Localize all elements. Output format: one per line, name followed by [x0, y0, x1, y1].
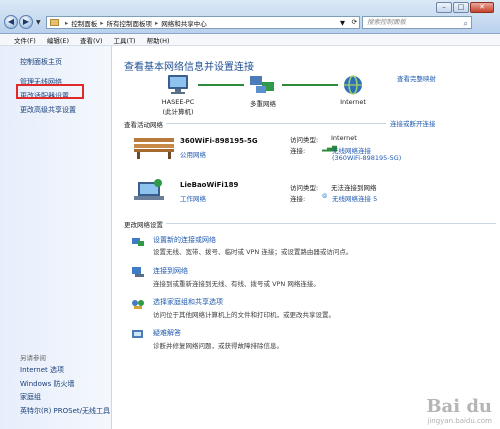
computer-icon: [168, 75, 188, 94]
menu-bar: 文件(F) 编辑(E) 查看(V) 工具(T) 帮助(H): [0, 34, 500, 46]
back-arrow-icon[interactable]: ◀: [4, 15, 18, 29]
see-also-firewall[interactable]: Windows 防火墙: [20, 379, 74, 389]
bench-icon: [134, 138, 174, 159]
search-box[interactable]: 搜索控制面板 ⌕: [362, 16, 472, 29]
network2-access-label: 访问类型:: [290, 184, 319, 192]
breadcrumb-network-center[interactable]: 网络和共享中心: [161, 18, 207, 28]
menu-tools[interactable]: 工具(T): [114, 35, 136, 45]
network2-conn-link[interactable]: 无线网络连接 5: [332, 193, 377, 203]
new-connection-icon: [132, 238, 144, 246]
task-homegroup-desc: 访问位于其他网络计算机上的文件和打印机，或更改共享设置。: [153, 311, 335, 319]
connect-disconnect-link[interactable]: 连接或断开连接: [390, 118, 436, 128]
history-dropdown-icon[interactable]: ▼: [36, 19, 41, 26]
network2-type-link[interactable]: 工作网络: [180, 193, 206, 203]
title-bar: – □ ✕ ◀ ▶ ▼ ▸ 控制面板 ▸ 所有控制面板项 ▸ 网络和共享中心 ▼…: [0, 0, 500, 34]
link-line: [282, 84, 338, 86]
see-also-internet-options[interactable]: Internet 选项: [20, 365, 64, 375]
task-setup-connection-desc: 设置无线、宽带、拨号、临时或 VPN 连接；或设置路由器或访问点。: [153, 248, 353, 256]
task-connect-network-desc: 连接到或重新连接到无线、有线、拨号或 VPN 网络连接。: [153, 280, 320, 288]
close-button[interactable]: ✕: [470, 2, 494, 13]
link-line: [198, 84, 244, 86]
address-dropdown-icon[interactable]: ▼: [340, 19, 345, 27]
see-also-intel-proset[interactable]: 英特尔(R) PROSet/无线工具: [20, 406, 110, 416]
see-also-homegroup[interactable]: 家庭组: [20, 392, 41, 402]
address-bar[interactable]: ▸ 控制面板 ▸ 所有控制面板项 ▸ 网络和共享中心 ▼ ⟳: [46, 16, 360, 29]
menu-view[interactable]: 查看(V): [80, 35, 103, 45]
maximize-button[interactable]: □: [453, 2, 469, 13]
refresh-icon[interactable]: ⟳: [352, 18, 357, 26]
troubleshoot-icon: [132, 330, 143, 338]
globe-icon: [344, 75, 362, 95]
node-sublabel-pc: (此计算机): [162, 108, 194, 116]
see-also-title: 另请参阅: [20, 354, 46, 362]
multiple-networks-icon: [250, 76, 274, 93]
baidu-watermark: Bai du jingyan.baidu.com: [426, 396, 492, 425]
node-label-internet: Internet: [340, 98, 366, 106]
node-label-pc: HASEE-PC: [161, 98, 195, 106]
wireless-icon: ⦾: [322, 192, 328, 200]
task-troubleshoot[interactable]: 疑难解答: [153, 328, 181, 338]
page-title: 查看基本网络信息并设置连接: [124, 62, 254, 73]
network1-name: 360WiFi-898195-5G: [180, 137, 258, 145]
task-connect-network[interactable]: 连接到网络: [153, 266, 188, 276]
window-controls: – □ ✕: [435, 2, 494, 13]
sidebar: 控制面板主页 管理无线网络 更改适配器设置 更改高级共享设置 另请参阅 Inte…: [0, 46, 112, 429]
search-icon[interactable]: ⌕: [464, 18, 468, 29]
task-homegroup[interactable]: 选择家庭组和共享选项: [153, 297, 223, 307]
watermark-url: jingyan.baidu.com: [427, 417, 492, 425]
network-map: HASEE-PC (此计算机) 多重网络 Internet: [124, 74, 394, 116]
active-networks-title: 查看活动网络: [124, 121, 163, 129]
network1-access-value: Internet: [331, 134, 357, 142]
search-placeholder: 搜索控制面板: [367, 18, 406, 26]
control-panel-icon: [50, 19, 59, 26]
network2-name: LieBaoWiFi189: [180, 181, 239, 189]
menu-file[interactable]: 文件(F): [14, 35, 36, 45]
highlight-box: [16, 84, 84, 99]
task-troubleshoot-desc: 诊断并修复网络问题，或获得故障排除信息。: [153, 342, 283, 350]
breadcrumb-all-items[interactable]: 所有控制面板项: [107, 18, 153, 28]
forward-arrow-icon[interactable]: ▶: [19, 15, 33, 29]
sidebar-control-panel-home[interactable]: 控制面板主页: [20, 57, 62, 67]
navigation-buttons: ◀ ▶ ▼: [4, 15, 43, 29]
network2-conn-label: 连接:: [290, 195, 306, 203]
homegroup-icon: [132, 300, 144, 309]
network1-type-link[interactable]: 公用网络: [180, 149, 206, 159]
section-divider: [166, 223, 496, 224]
network1-access-label: 访问类型:: [290, 136, 319, 144]
menu-edit[interactable]: 编辑(E): [47, 35, 69, 45]
breadcrumb-control-panel[interactable]: 控制面板: [71, 18, 97, 28]
chevron-right-icon: ▸: [155, 18, 159, 27]
sidebar-advanced-sharing[interactable]: 更改高级共享设置: [20, 105, 76, 115]
section-divider: [166, 123, 386, 124]
full-map-link[interactable]: 查看完整映射: [397, 73, 436, 83]
network1-conn-link-ssid[interactable]: (360WiFi-898195-5G): [332, 154, 401, 162]
task-setup-connection[interactable]: 设置新的连接或网络: [153, 235, 216, 245]
change-settings-title: 更改网络设置: [124, 221, 163, 229]
minimize-button[interactable]: –: [436, 2, 452, 13]
connect-network-icon: [132, 267, 144, 277]
work-network-icon: [134, 179, 164, 200]
chevron-right-icon: ▸: [65, 18, 69, 27]
watermark-brand: Bai du: [426, 396, 492, 417]
menu-help[interactable]: 帮助(H): [147, 35, 170, 45]
chevron-right-icon: ▸: [100, 18, 104, 27]
network1-conn-label: 连接:: [290, 147, 306, 155]
node-label-multi: 多重网络: [250, 100, 276, 108]
network2-access-value: 无法连接到网络: [331, 184, 377, 192]
